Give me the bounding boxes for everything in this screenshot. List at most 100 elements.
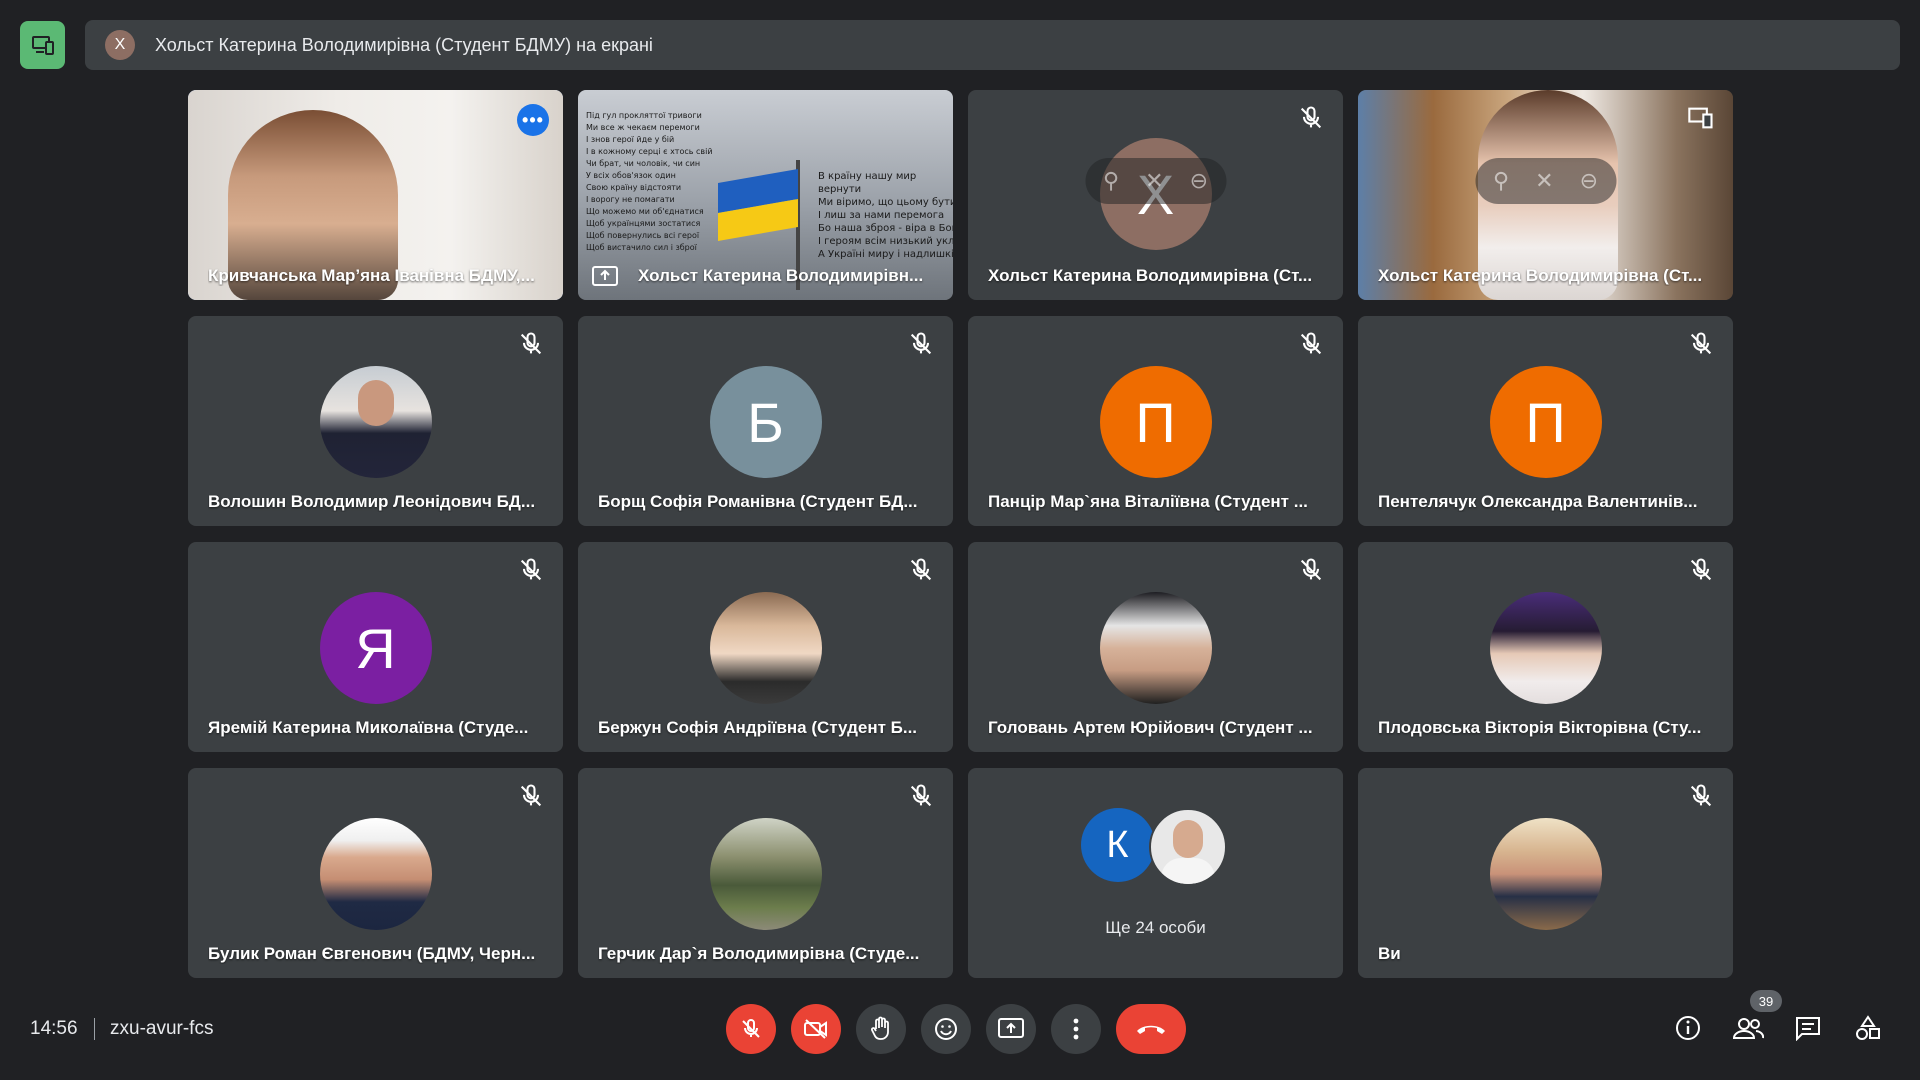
participant-tile[interactable]: П Панцір Мар`яна Віталіївна (Студент ...	[968, 316, 1343, 526]
participant-name: Плодовська Вікторія Вікторівна (Сту...	[1378, 718, 1702, 737]
presenting-banner-text: Хольст Катерина Володимирівна (Студент Б…	[155, 34, 653, 55]
mute-icon[interactable]: ✕	[1145, 168, 1163, 194]
participant-name: Булик Роман Євгенович (БДМУ, Черн...	[208, 944, 536, 963]
present-screen-icon	[998, 1018, 1024, 1038]
divider	[94, 1018, 95, 1040]
reactions-button[interactable]	[921, 1004, 971, 1054]
bottom-bar: 14:56 zxu-avur-fcs 39	[0, 990, 1920, 1070]
remove-icon[interactable]: ⊖	[1190, 168, 1208, 194]
present-screen-icon	[1688, 107, 1713, 129]
mute-icon[interactable]: ✕	[1535, 168, 1553, 194]
more-vert-icon	[1073, 1018, 1079, 1040]
people-button[interactable]	[1728, 1008, 1768, 1048]
participant-avatar	[1099, 592, 1212, 704]
more-options-button[interactable]	[1051, 1004, 1101, 1054]
participant-avatar: Я	[319, 592, 432, 704]
participant-avatar: Б	[709, 366, 822, 478]
leave-call-button[interactable]	[1116, 1004, 1186, 1054]
mic-off-icon	[910, 784, 932, 807]
avatar-face	[357, 380, 394, 426]
participant-avatar: П	[1489, 366, 1602, 478]
meeting-code: zxu-avur-fcs	[110, 1018, 214, 1039]
presenting-banner: Х Хольст Катерина Володимирівна (Студент…	[85, 20, 1900, 70]
participant-name: Пентелячук Олександра Валентинів...	[1378, 492, 1698, 511]
participant-tile[interactable]: Волошин Володимир Леонідович БД...	[188, 316, 563, 526]
mic-off-icon	[910, 332, 932, 355]
present-screen-icon	[31, 36, 54, 55]
avatar-shirt	[1160, 858, 1215, 884]
participant-avatar: П	[1099, 366, 1212, 478]
tile-hover-controls: ⚲ ✕ ⊖	[1475, 158, 1616, 204]
self-name: Ви	[1378, 944, 1401, 963]
participant-name: Головань Артем Юрійович (Студент ...	[988, 718, 1313, 737]
mic-off-icon	[1690, 784, 1712, 807]
mic-off-icon	[1690, 332, 1712, 355]
chat-icon	[1796, 1017, 1820, 1041]
hand-icon	[871, 1016, 889, 1040]
participant-tile[interactable]: ⚲ ✕ ⊖ Хольст Катерина Володимирівна (Ст.…	[1358, 90, 1733, 300]
activities-icon	[1856, 1015, 1880, 1040]
participant-tile[interactable]: Х ⚲ ✕ ⊖ Хольст Катерина Володимирівна (С…	[968, 90, 1343, 300]
self-avatar	[1489, 818, 1602, 930]
mic-off-icon	[1300, 106, 1322, 129]
participant-avatar	[1489, 592, 1602, 704]
pin-icon[interactable]: ⚲	[1103, 168, 1119, 194]
hangup-icon	[1137, 1025, 1165, 1034]
emoji-icon	[935, 1018, 957, 1040]
mic-off-icon	[910, 558, 932, 581]
participant-name: Волошин Володимир Леонідович БД...	[208, 492, 536, 511]
presentation-icon	[592, 266, 618, 286]
mic-off-icon	[520, 784, 542, 807]
participant-name: Панцір Мар`яна Віталіївна (Студент ...	[988, 492, 1308, 511]
participant-avatar	[709, 818, 822, 930]
participant-tile[interactable]: Плодовська Вікторія Вікторівна (Сту...	[1358, 542, 1733, 752]
participant-tile[interactable]: Булик Роман Євгенович (БДМУ, Черн...	[188, 768, 563, 978]
raise-hand-button[interactable]	[856, 1004, 906, 1054]
mic-off-icon	[1690, 558, 1712, 581]
participant-tile[interactable]: П Пентелячук Олександра Валентинів...	[1358, 316, 1733, 526]
participant-tile[interactable]: Я Яремій Катерина Миколаївна (Студе...	[188, 542, 563, 752]
clock: 14:56	[30, 1018, 78, 1039]
activities-button[interactable]	[1848, 1008, 1888, 1048]
camera-button[interactable]	[791, 1004, 841, 1054]
people-icon	[1732, 1018, 1764, 1039]
mic-off-icon	[742, 1018, 760, 1038]
participant-avatar	[709, 592, 822, 704]
screen-share-tile[interactable]: Під гул прокляттої тривоги Ми все ж чека…	[578, 90, 953, 300]
participant-name: Бержун Софія Андріївна (Студент Б...	[598, 718, 918, 737]
self-tile[interactable]: Ви	[1358, 768, 1733, 978]
tile-hover-controls: ⚲ ✕ ⊖	[1085, 158, 1226, 204]
participant-name: Борщ Софія Романівна (Студент БД...	[598, 492, 918, 511]
avatar-face	[1172, 820, 1203, 858]
meeting-details-button[interactable]	[1668, 1008, 1708, 1048]
more-options-icon[interactable]: •••	[517, 104, 549, 136]
participant-tile[interactable]: Б Борщ Софія Романівна (Студент БД...	[578, 316, 953, 526]
presentation-indicator[interactable]	[20, 21, 65, 69]
remove-icon[interactable]: ⊖	[1580, 168, 1598, 194]
mic-off-icon	[520, 332, 542, 355]
participant-avatar	[319, 366, 432, 478]
more-participants-tile[interactable]: К Ще 24 особи	[968, 768, 1343, 978]
microphone-button[interactable]	[726, 1004, 776, 1054]
pin-icon[interactable]: ⚲	[1493, 168, 1509, 194]
presenter-avatar: Х	[105, 30, 135, 60]
participant-name: Кривчанська Мар’яна Іванівна БДМУ,...	[208, 266, 535, 285]
more-participants-label: Ще 24 особи	[1105, 918, 1206, 937]
participant-avatar	[1148, 808, 1227, 886]
participant-tile[interactable]: Бержун Софія Андріївна (Студент Б...	[578, 542, 953, 752]
present-button[interactable]	[986, 1004, 1036, 1054]
poem-left: Під гул прокляттої тривоги Ми все ж чека…	[586, 111, 713, 252]
mic-off-icon	[1300, 558, 1322, 581]
participant-avatar	[319, 818, 432, 930]
participant-name: Хольст Катерина Володимирівн...	[638, 266, 924, 285]
info-icon	[1676, 1016, 1700, 1040]
mic-off-icon	[520, 558, 542, 581]
poem-right: В країну нашу мир вернути Ми віримо, що …	[818, 171, 953, 260]
participant-name: Хольст Катерина Володимирівна (Ст...	[988, 266, 1313, 285]
camera-off-icon	[804, 1019, 827, 1039]
participant-name: Хольст Катерина Володимирівна (Ст...	[1378, 266, 1703, 285]
participant-tile[interactable]: Головань Артем Юрійович (Студент ...	[968, 542, 1343, 752]
participant-tile[interactable]: ••• Кривчанська Мар’яна Іванівна БДМУ,..…	[188, 90, 563, 300]
chat-button[interactable]	[1788, 1008, 1828, 1048]
participant-tile[interactable]: Герчик Дар`я Володимирівна (Студе...	[578, 768, 953, 978]
